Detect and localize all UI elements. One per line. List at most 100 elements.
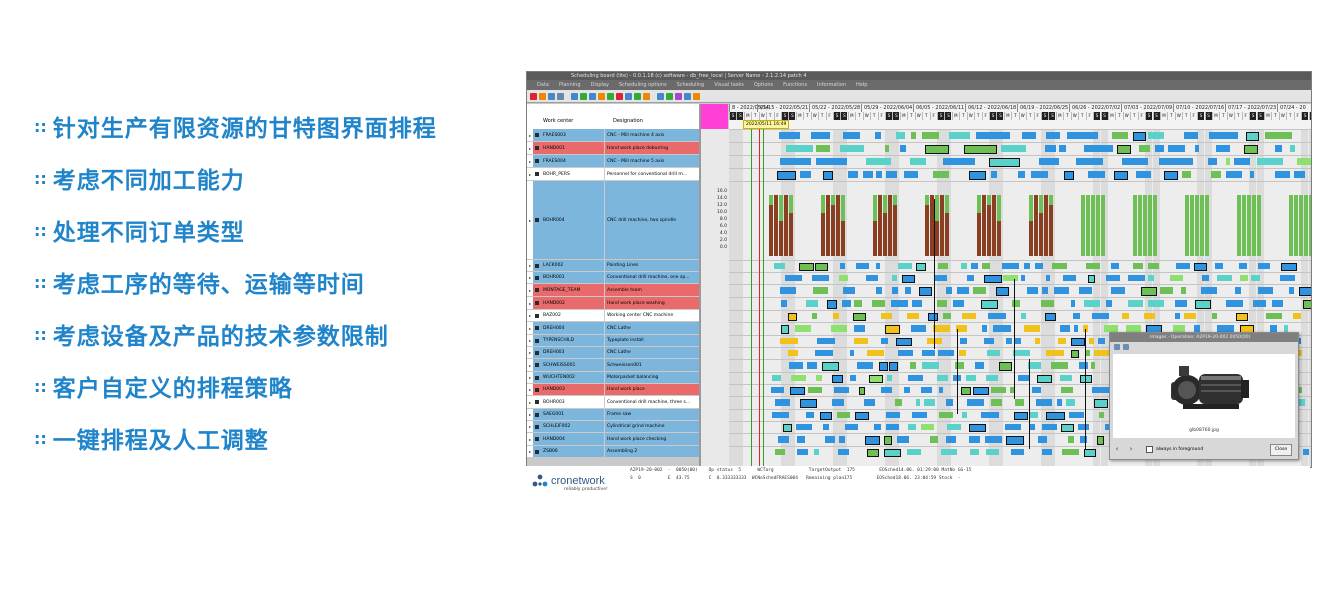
gantt-bar[interactable] <box>898 350 913 356</box>
gantt-bar[interactable] <box>1078 362 1088 369</box>
gantt-bar[interactable] <box>1057 338 1066 344</box>
gantt-bar[interactable] <box>778 436 789 443</box>
capacity-bar[interactable] <box>1252 195 1256 256</box>
gantt-bar[interactable] <box>847 171 859 178</box>
gantt-bar[interactable] <box>1084 300 1101 307</box>
gantt-bar[interactable] <box>839 275 849 281</box>
capacity-bar[interactable] <box>1101 195 1105 256</box>
gantt-bar[interactable] <box>1294 171 1305 178</box>
gantt-bar[interactable] <box>1127 300 1143 307</box>
gantt-bar[interactable] <box>930 436 939 443</box>
gantt-bar[interactable] <box>1181 171 1192 178</box>
work-center-row[interactable]: ▸ HAND002 Hand work place washing <box>527 297 699 309</box>
gantt-bar[interactable] <box>825 436 835 443</box>
gantt-bar[interactable] <box>1284 325 1289 332</box>
gantt-bar[interactable] <box>1175 263 1190 269</box>
gantt-bar[interactable] <box>1032 387 1042 393</box>
gantt-bar[interactable] <box>1072 313 1080 319</box>
gantt-bar[interactable] <box>1258 263 1271 269</box>
gantt-bar[interactable] <box>1037 375 1052 383</box>
gantt-bar[interactable] <box>775 449 785 455</box>
gantt-bar[interactable] <box>1050 362 1069 369</box>
gantt-bar[interactable] <box>1147 263 1159 269</box>
gantt-bar[interactable] <box>1073 325 1079 332</box>
gantt-bar[interactable] <box>797 436 805 443</box>
gantt-bar[interactable] <box>875 263 880 269</box>
menu-item[interactable]: Scheduling <box>677 80 705 90</box>
capacity-bar[interactable] <box>784 195 788 256</box>
gantt-bar[interactable] <box>814 263 828 271</box>
toolbar-button-icon[interactable] <box>607 92 614 100</box>
gantt-bar[interactable] <box>895 132 905 139</box>
gantt-bar[interactable] <box>967 399 985 406</box>
gantt-bar[interactable] <box>1023 263 1030 269</box>
gantt-bar[interactable] <box>1141 287 1158 296</box>
gantt-bar[interactable] <box>1159 158 1193 165</box>
gantt-bar[interactable] <box>1087 275 1095 283</box>
gantt-bar[interactable] <box>794 325 811 332</box>
gantt-bar[interactable] <box>1005 436 1024 445</box>
gantt-bar[interactable] <box>946 436 957 443</box>
gantt-bar[interactable] <box>1246 132 1260 141</box>
gantt-bar[interactable] <box>853 338 869 344</box>
gantt-bar[interactable] <box>945 287 953 294</box>
capacity-bar[interactable] <box>1304 195 1308 256</box>
gantt-bar[interactable] <box>1045 412 1065 420</box>
gantt-bar[interactable] <box>856 263 870 269</box>
gantt-bar[interactable] <box>831 375 844 383</box>
gantt-bar[interactable] <box>968 424 987 432</box>
gantt-bar[interactable] <box>933 325 950 332</box>
gantt-bar[interactable] <box>771 375 781 381</box>
gantt-bar[interactable] <box>1264 132 1292 139</box>
gantt-bar[interactable] <box>831 399 844 406</box>
gantt-bar[interactable] <box>1184 132 1199 139</box>
gantt-bar[interactable] <box>884 145 889 152</box>
gantt-bar[interactable] <box>1201 275 1209 281</box>
toolbar-button-icon[interactable] <box>557 92 564 100</box>
gantt-bar[interactable] <box>839 145 865 152</box>
gantt-bar[interactable] <box>1060 325 1071 332</box>
gantt-bar[interactable] <box>1059 145 1066 152</box>
gantt-bar[interactable] <box>982 325 987 332</box>
gantt-bar[interactable] <box>813 287 828 294</box>
toolbar-button-icon[interactable] <box>530 92 537 100</box>
gantt-bar[interactable] <box>907 424 917 430</box>
capacity-bar[interactable] <box>1029 195 1033 221</box>
gantt-bar[interactable] <box>1238 263 1248 269</box>
capacity-bar[interactable] <box>1133 195 1137 256</box>
gantt-bar[interactable] <box>816 338 835 344</box>
gantt-bar[interactable] <box>819 412 832 420</box>
gantt-bar[interactable] <box>837 449 849 455</box>
gantt-bar[interactable] <box>1302 300 1311 309</box>
gantt-bar[interactable] <box>1299 287 1311 296</box>
gantt-bar[interactable] <box>975 132 1010 139</box>
gantt-bar[interactable] <box>886 424 899 430</box>
gantt-bar[interactable] <box>1061 387 1073 393</box>
capacity-bar[interactable] <box>893 195 897 205</box>
column-work-center[interactable]: Work center <box>543 118 573 124</box>
gantt-bar[interactable] <box>1143 313 1156 319</box>
gantt-bar[interactable] <box>1256 158 1284 165</box>
gantt-bar[interactable] <box>1029 412 1038 418</box>
gantt-bar[interactable] <box>874 132 881 139</box>
gantt-bar[interactable] <box>1249 171 1255 178</box>
gantt-bar[interactable] <box>1208 158 1218 165</box>
gantt-bar[interactable] <box>937 375 948 381</box>
gantt-bar[interactable] <box>1274 171 1291 178</box>
gantt-bar[interactable] <box>1037 436 1048 443</box>
gantt-bar[interactable] <box>788 313 797 321</box>
gantt-bar[interactable] <box>1293 313 1301 319</box>
capacity-bar[interactable] <box>1086 195 1090 256</box>
gantt-bar[interactable] <box>984 275 1002 283</box>
gantt-bar[interactable] <box>884 325 900 334</box>
gantt-bar[interactable] <box>910 132 917 139</box>
gantt-bar[interactable] <box>1000 145 1026 152</box>
capacity-bar[interactable] <box>935 195 939 221</box>
gantt-bar[interactable] <box>1296 158 1311 165</box>
gantt-bar[interactable] <box>806 412 814 418</box>
capacity-bar[interactable] <box>1294 195 1298 256</box>
gantt-bar[interactable] <box>1111 132 1128 139</box>
gantt-bar[interactable] <box>922 350 936 356</box>
work-center-row[interactable]: ▸ LACK002 Painting Lines <box>527 260 699 271</box>
capacity-bar[interactable] <box>1190 195 1194 256</box>
